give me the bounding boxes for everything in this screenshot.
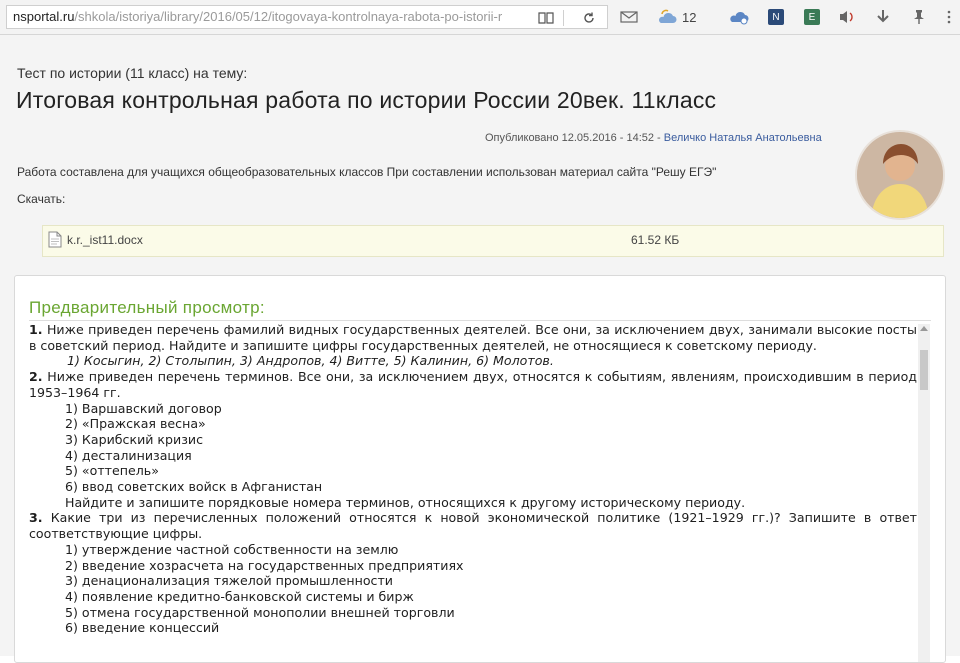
list-item: 5) «оттепель» [65, 463, 159, 479]
url-text: nsportal.ru/shkola/istoriya/library/2016… [13, 9, 525, 24]
list-item: 1) Варшавский договор [65, 400, 222, 416]
list-item: 5) отмена государственной монополии внеш… [65, 604, 455, 620]
list-item: 4) десталинизация [65, 447, 192, 463]
address-bar[interactable]: nsportal.ru/shkola/istoriya/library/2016… [6, 5, 608, 29]
more-icon[interactable] [942, 7, 956, 27]
cloud-sync-icon[interactable] [728, 7, 750, 27]
author-link[interactable]: Величко Наталья Анатольевна [664, 132, 822, 144]
question-2-instruction: Найдите и запишите порядковые номера тер… [65, 494, 746, 510]
question-text: Ниже приведен перечень терминов. Все они… [29, 369, 917, 400]
topic-line: Тест по истории (11 класс) на тему: [17, 65, 248, 81]
file-size: 61.52 КБ [631, 233, 680, 247]
browser-toolbar: nsportal.ru/shkola/istoriya/library/2016… [0, 0, 960, 35]
question-number: 1. [29, 322, 43, 337]
list-item: 2) «Пражская весна» [65, 416, 206, 432]
list-item: 3) Карибский кризис [65, 431, 204, 447]
refresh-icon[interactable] [577, 9, 601, 27]
author-avatar[interactable] [855, 130, 945, 220]
speaker-icon[interactable] [838, 7, 856, 27]
divider [563, 10, 564, 26]
published-date: Опубликовано 12.05.2016 - 14:52 - [485, 132, 661, 144]
question-number: 3. [29, 510, 43, 526]
list-item: 6) введение концессий [65, 620, 220, 636]
document-file-icon [48, 231, 62, 248]
question-2: 2. Ниже приведен перечень терминов. Все … [29, 369, 917, 400]
download-label: Скачать: [17, 192, 66, 206]
list-item: 2) введение хозрасчета на государственны… [65, 557, 464, 573]
weather-cloud-icon [659, 9, 677, 23]
question-1-options: 1) Косыгин, 2) Столыпин, 3) Андропов, 4)… [67, 353, 554, 369]
url-host: nsportal.ru [13, 9, 75, 24]
question-text: Ниже приведен перечень фамилий видных го… [29, 322, 917, 353]
preview-panel: Предварительный просмотр: 1. Ниже привед… [14, 275, 946, 663]
question-text: Какие три из перечисленных положений отн… [29, 510, 917, 542]
download-arrow-icon[interactable] [876, 7, 890, 27]
preview-scrollbar[interactable] [918, 324, 930, 662]
page-title: Итоговая контрольная работа по истории Р… [16, 87, 717, 113]
weather-temperature: 12 [682, 9, 697, 25]
avatar-photo [857, 132, 943, 218]
pin-icon[interactable] [912, 7, 926, 27]
question-number: 2. [29, 369, 43, 385]
file-download-row[interactable]: k.r._ist11.docx 61.52 КБ [42, 225, 944, 257]
url-path: /shkola/istoriya/library/2016/05/12/itog… [74, 9, 503, 24]
file-name-link[interactable]: k.r._ist11.docx [67, 233, 143, 247]
document-preview[interactable]: 1. Ниже приведен перечень фамилий видных… [29, 322, 917, 662]
work-description: Работа составлена для учащихся общеобраз… [17, 165, 717, 179]
published-info: Опубликовано 12.05.2016 - 14:52 - Величк… [485, 132, 822, 144]
mail-icon[interactable] [620, 7, 638, 27]
preview-heading: Предварительный просмотр: [29, 298, 265, 317]
question-1: 1. Ниже приведен перечень фамилий видных… [29, 322, 917, 353]
weather-widget[interactable]: 12 [656, 7, 696, 27]
scroll-up-arrow-icon[interactable] [920, 326, 928, 331]
list-item: 3) денационализация тяжелой промышленнос… [65, 573, 393, 589]
page-content: Тест по истории (11 класс) на тему: Итог… [0, 35, 960, 663]
scroll-thumb[interactable] [920, 350, 928, 390]
office-app-icon[interactable]: N [768, 7, 784, 27]
list-item: 6) ввод советских войск в Афганистан [65, 479, 323, 495]
extension-icon[interactable]: E [804, 7, 820, 27]
list-item: 4) появление кредитно-банковской системы… [65, 588, 414, 604]
question-3: 3. Какие три из перечисленных положений … [29, 510, 917, 541]
reading-view-icon[interactable] [534, 9, 558, 27]
divider [29, 320, 931, 321]
list-item: 1) утверждение частной собственности на … [65, 541, 399, 557]
